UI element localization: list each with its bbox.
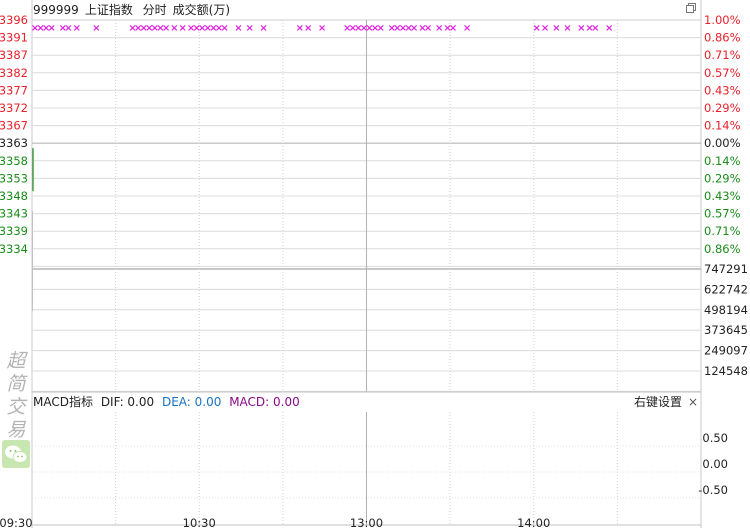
event-marker: × bbox=[591, 23, 599, 34]
macd-tick-label: 0.50 bbox=[702, 431, 728, 445]
macd-macd-value: MACD: 0.00 bbox=[229, 395, 300, 409]
percent-tick-label: 0.57% bbox=[704, 66, 741, 80]
event-marker: × bbox=[376, 23, 384, 34]
index-name: 上证指数 bbox=[84, 3, 133, 17]
price-tick-label: 3387 bbox=[0, 48, 28, 62]
event-marker: × bbox=[424, 23, 432, 34]
time-tick-label: 10:30 bbox=[183, 516, 216, 528]
percent-tick-label: 1.00% bbox=[704, 13, 741, 27]
time-tick-label: 13:00 bbox=[350, 516, 383, 528]
event-marker: × bbox=[73, 23, 81, 34]
event-marker: × bbox=[92, 23, 100, 34]
event-marker: × bbox=[245, 23, 253, 34]
event-marker: × bbox=[533, 23, 541, 34]
time-tick-label: 09:30 bbox=[0, 516, 33, 528]
event-marker: × bbox=[541, 23, 549, 34]
price-tick-label: 3363 bbox=[0, 136, 28, 150]
brand-char: 交 bbox=[6, 396, 26, 418]
percent-tick-label: 0.29% bbox=[704, 171, 741, 185]
volume-tick-label: 747291 bbox=[704, 262, 748, 276]
percent-tick-label: 0.71% bbox=[704, 48, 741, 62]
event-markers: ×××× ×× × × ××××××× × × ××××××× × × × × × × ××××××× ×××… bbox=[31, 23, 614, 34]
percent-tick-label: 0.71% bbox=[704, 224, 741, 238]
event-marker: × bbox=[64, 23, 72, 34]
event-marker: × bbox=[318, 23, 326, 34]
price-tick-label: 3372 bbox=[0, 101, 28, 115]
percent-tick-label: 0.14% bbox=[704, 154, 741, 168]
chart-header: 999999 上证指数 分时 成交额(万) bbox=[33, 2, 236, 18]
price-tick-label: 3343 bbox=[0, 207, 28, 221]
macd-settings-button[interactable]: 右键设置 bbox=[634, 395, 682, 410]
event-marker: × bbox=[220, 23, 228, 34]
wechat-icon[interactable] bbox=[2, 440, 30, 468]
event-marker: × bbox=[449, 23, 457, 34]
macd-close-button[interactable]: × bbox=[688, 395, 698, 410]
price-tick-label: 3367 bbox=[0, 119, 28, 133]
price-line bbox=[32, 148, 34, 312]
volume-tick-label: 622742 bbox=[704, 282, 748, 296]
macd-tick-label: -0.50 bbox=[698, 483, 728, 497]
event-marker: × bbox=[234, 23, 242, 34]
index-code: 999999 bbox=[33, 3, 79, 17]
event-marker: × bbox=[170, 23, 178, 34]
event-marker: × bbox=[48, 23, 56, 34]
volume-tick-label: 498194 bbox=[704, 303, 748, 317]
percent-tick-label: 0.43% bbox=[704, 189, 741, 203]
percent-tick-label: 0.29% bbox=[704, 101, 741, 115]
chart-mode[interactable]: 分时 bbox=[143, 3, 167, 17]
price-tick-label: 3377 bbox=[0, 83, 28, 97]
macd-dea-value: DEA: 0.00 bbox=[161, 395, 222, 409]
macd-dif-value: DIF: 0.00 bbox=[100, 395, 155, 409]
percent-tick-label: 0.57% bbox=[704, 207, 741, 221]
event-marker: × bbox=[410, 23, 418, 34]
macd-title: MACD指标 bbox=[33, 395, 93, 409]
intraday-chart[interactable]: ×××× ×× × × ××××××× × × ××××××× × × × × × × ××××××× ×××… bbox=[0, 0, 750, 528]
event-marker: × bbox=[259, 23, 267, 34]
volume-metric[interactable]: 成交额(万) bbox=[173, 3, 230, 17]
event-marker: × bbox=[577, 23, 585, 34]
price-tick-label: 3382 bbox=[0, 66, 28, 80]
price-tick-label: 3348 bbox=[0, 189, 28, 203]
macd-tick-label: 0.00 bbox=[702, 457, 728, 471]
brand-logo: 超 简 交 易 bbox=[2, 350, 30, 442]
percent-tick-label: 0.00% bbox=[704, 136, 741, 150]
event-marker: × bbox=[304, 23, 312, 34]
price-tick-label: 3339 bbox=[0, 224, 28, 238]
macd-header: MACD指标 DIF: 0.00 DEA: 0.00 MACD: 0.00 bbox=[33, 395, 300, 410]
price-tick-label: 3391 bbox=[0, 31, 28, 45]
restore-window-icon[interactable] bbox=[686, 3, 696, 13]
event-marker: × bbox=[179, 23, 187, 34]
chart-grid bbox=[31, 0, 702, 528]
volume-tick-label: 249097 bbox=[704, 344, 748, 358]
price-tick-label: 3396 bbox=[0, 13, 28, 27]
event-marker: × bbox=[552, 23, 560, 34]
price-tick-label: 3353 bbox=[0, 171, 28, 185]
percent-tick-label: 0.86% bbox=[704, 31, 741, 45]
price-tick-label: 3334 bbox=[0, 242, 28, 256]
event-marker: × bbox=[296, 23, 304, 34]
price-tick-label: 3358 bbox=[0, 154, 28, 168]
time-tick-label: 14:00 bbox=[517, 516, 550, 528]
event-marker: × bbox=[435, 23, 443, 34]
volume-tick-label: 124548 bbox=[704, 364, 748, 378]
event-marker: × bbox=[563, 23, 571, 34]
event-marker: × bbox=[605, 23, 613, 34]
percent-tick-label: 0.14% bbox=[704, 119, 741, 133]
event-marker: × bbox=[162, 23, 170, 34]
brand-char: 超 bbox=[6, 350, 26, 372]
percent-tick-label: 0.43% bbox=[704, 83, 741, 97]
percent-tick-label: 0.86% bbox=[704, 242, 741, 256]
brand-char: 易 bbox=[6, 419, 26, 441]
brand-char: 简 bbox=[6, 373, 26, 395]
event-marker: × bbox=[463, 23, 471, 34]
volume-tick-label: 373645 bbox=[704, 323, 748, 337]
